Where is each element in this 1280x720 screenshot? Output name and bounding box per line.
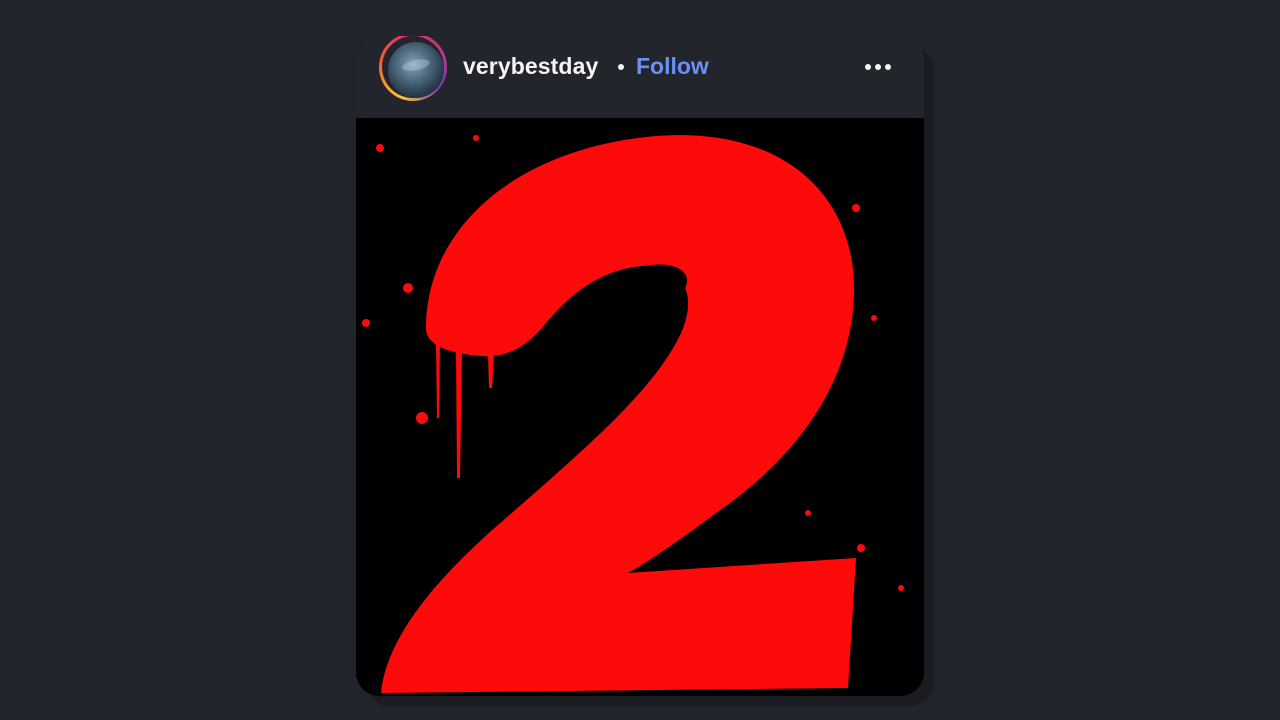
follow-button[interactable]: Follow (636, 53, 709, 80)
username-link[interactable]: verybestday (463, 53, 598, 80)
separator-dot (618, 64, 624, 70)
post-image[interactable] (356, 118, 924, 696)
avatar[interactable] (388, 42, 444, 98)
red-painted-numeral-two-image (356, 118, 924, 696)
story-ring[interactable] (379, 36, 447, 101)
post-header: verybestday Follow (356, 36, 924, 118)
post-card: verybestday Follow (356, 36, 924, 696)
more-options-button[interactable] (856, 52, 900, 82)
more-horizontal-icon (865, 64, 891, 70)
